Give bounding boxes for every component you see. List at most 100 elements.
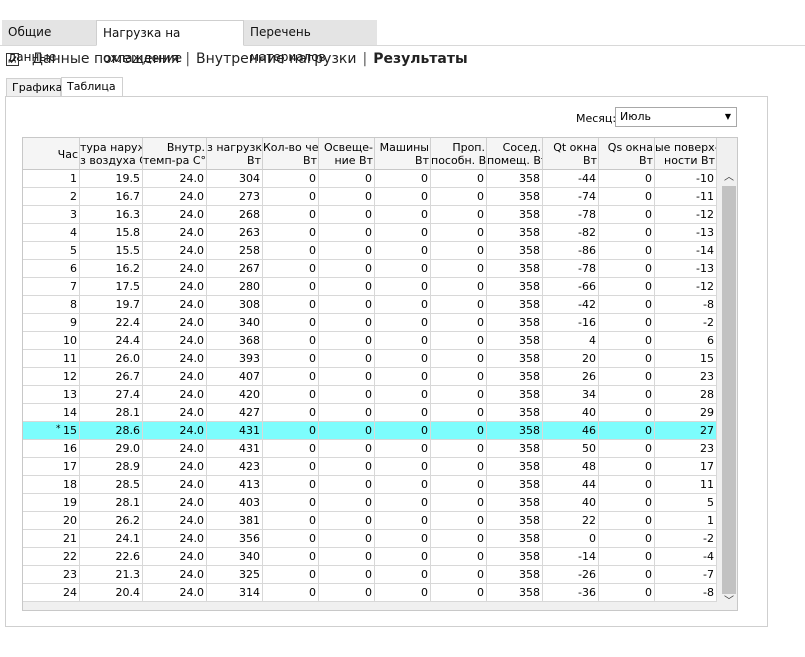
table-cell[interactable]: -14 bbox=[655, 242, 717, 260]
table-row[interactable]: 20 26.2 24.0 381 0 0 0 0 358 22 0 1 bbox=[23, 512, 721, 530]
table-cell[interactable]: -36 bbox=[543, 584, 599, 602]
table-cell[interactable]: 16 bbox=[23, 440, 80, 458]
table-cell[interactable]: 263 bbox=[207, 224, 263, 242]
table-cell[interactable]: 0 bbox=[319, 476, 375, 494]
table-cell[interactable]: 1 bbox=[655, 512, 717, 530]
table-cell[interactable]: 0 bbox=[599, 386, 655, 404]
header-load[interactable]: з нагрузка Вт bbox=[207, 138, 263, 170]
nav-internal-loads[interactable]: Внутренние нагрузки bbox=[196, 51, 356, 67]
table-cell[interactable]: 19.5 bbox=[80, 170, 143, 188]
table-cell[interactable]: 0 bbox=[263, 422, 319, 440]
table-cell[interactable]: 23 bbox=[23, 566, 80, 584]
table-cell[interactable]: 0 bbox=[375, 170, 431, 188]
table-cell[interactable]: 50 bbox=[543, 440, 599, 458]
table-cell[interactable]: 381 bbox=[207, 512, 263, 530]
table-cell[interactable]: 24.0 bbox=[143, 440, 207, 458]
table-cell[interactable]: 24.0 bbox=[143, 350, 207, 368]
table-cell[interactable]: -26 bbox=[543, 566, 599, 584]
table-cell[interactable]: 0 bbox=[431, 512, 487, 530]
table-cell[interactable]: 0 bbox=[375, 566, 431, 584]
table-cell[interactable]: 17 bbox=[655, 458, 717, 476]
table-cell[interactable]: 24.0 bbox=[143, 332, 207, 350]
nav-room-data[interactable]: Данные помещения bbox=[32, 51, 179, 67]
table-cell[interactable]: 0 bbox=[375, 422, 431, 440]
table-cell[interactable]: 267 bbox=[207, 260, 263, 278]
table-cell[interactable]: 0 bbox=[599, 584, 655, 602]
scroll-up-icon[interactable]: ︿ bbox=[721, 170, 737, 186]
table-cell[interactable]: 23 bbox=[655, 368, 717, 386]
table-cell[interactable]: 0 bbox=[319, 584, 375, 602]
table-cell[interactable]: 0 bbox=[375, 440, 431, 458]
table-cell[interactable]: 358 bbox=[487, 206, 543, 224]
table-cell[interactable]: 0 bbox=[263, 188, 319, 206]
table-cell[interactable]: 16.7 bbox=[80, 188, 143, 206]
table-cell[interactable]: 0 bbox=[319, 332, 375, 350]
table-cell[interactable]: 0 bbox=[319, 296, 375, 314]
table-cell[interactable]: 0 bbox=[319, 206, 375, 224]
table-cell[interactable]: 1 bbox=[23, 170, 80, 188]
table-cell[interactable]: 0 bbox=[599, 242, 655, 260]
header-people[interactable]: Кол-во чел.Вт bbox=[263, 138, 319, 170]
table-cell[interactable]: 15 bbox=[655, 350, 717, 368]
header-qs-window[interactable]: Qs окна Вт bbox=[599, 138, 655, 170]
table-cell[interactable]: 6 bbox=[655, 332, 717, 350]
table-cell[interactable]: -66 bbox=[543, 278, 599, 296]
table-row[interactable]: 6 16.2 24.0 267 0 0 0 0 358 -78 0 -13 bbox=[23, 260, 721, 278]
table-cell[interactable]: 24.1 bbox=[80, 530, 143, 548]
table-row[interactable]: 11 26.0 24.0 393 0 0 0 0 358 20 0 15 bbox=[23, 350, 721, 368]
table-cell[interactable]: 0 bbox=[319, 566, 375, 584]
table-cell[interactable]: 0 bbox=[319, 242, 375, 260]
table-cell[interactable]: 15.8 bbox=[80, 224, 143, 242]
table-cell[interactable]: 0 bbox=[375, 206, 431, 224]
table-cell[interactable]: 0 bbox=[431, 440, 487, 458]
table-cell[interactable]: 0 bbox=[263, 404, 319, 422]
table-cell[interactable]: 22.4 bbox=[80, 314, 143, 332]
header-machines[interactable]: Машины Вт bbox=[375, 138, 431, 170]
table-cell[interactable]: 0 bbox=[431, 278, 487, 296]
table-cell[interactable]: 17.5 bbox=[80, 278, 143, 296]
table-cell[interactable]: 340 bbox=[207, 548, 263, 566]
table-cell[interactable]: 15.5 bbox=[80, 242, 143, 260]
table-cell[interactable]: -13 bbox=[655, 260, 717, 278]
table-cell[interactable]: 0 bbox=[599, 170, 655, 188]
table-cell[interactable]: 0 bbox=[375, 404, 431, 422]
table-cell[interactable]: 24.0 bbox=[143, 458, 207, 476]
table-cell[interactable]: 268 bbox=[207, 206, 263, 224]
table-cell[interactable]: 0 bbox=[263, 332, 319, 350]
table-cell[interactable]: 358 bbox=[487, 314, 543, 332]
table-cell[interactable]: 0 bbox=[431, 530, 487, 548]
table-cell[interactable]: 0 bbox=[263, 224, 319, 242]
table-cell[interactable]: 0 bbox=[599, 458, 655, 476]
table-cell[interactable]: -7 bbox=[655, 566, 717, 584]
table-cell[interactable]: 358 bbox=[487, 422, 543, 440]
table-cell[interactable]: 34 bbox=[543, 386, 599, 404]
table-cell[interactable]: 340 bbox=[207, 314, 263, 332]
table-cell[interactable]: -2 bbox=[655, 530, 717, 548]
table-cell[interactable]: 0 bbox=[263, 170, 319, 188]
table-cell[interactable]: 8 bbox=[23, 296, 80, 314]
table-cell[interactable]: 0 bbox=[263, 314, 319, 332]
table-cell[interactable]: 0 bbox=[319, 170, 375, 188]
table-cell[interactable]: 0 bbox=[375, 224, 431, 242]
table-cell[interactable]: 0 bbox=[375, 188, 431, 206]
table-cell[interactable]: 358 bbox=[487, 548, 543, 566]
table-cell[interactable]: -42 bbox=[543, 296, 599, 314]
header-indoor-temp[interactable]: Внутр. темп-ра C° bbox=[143, 138, 207, 170]
table-cell[interactable]: 0 bbox=[263, 548, 319, 566]
table-cell[interactable]: 0 bbox=[263, 584, 319, 602]
table-cell[interactable]: -8 bbox=[655, 584, 717, 602]
table-cell[interactable]: 0 bbox=[431, 458, 487, 476]
table-cell[interactable]: 23 bbox=[655, 440, 717, 458]
table-cell[interactable]: 258 bbox=[207, 242, 263, 260]
table-cell[interactable]: 0 bbox=[599, 440, 655, 458]
table-cell[interactable]: 0 bbox=[319, 368, 375, 386]
table-cell[interactable]: 0 bbox=[375, 350, 431, 368]
table-cell[interactable]: 0 bbox=[431, 224, 487, 242]
table-cell[interactable]: 0 bbox=[375, 530, 431, 548]
table-cell[interactable]: 16.2 bbox=[80, 260, 143, 278]
table-cell[interactable]: 0 bbox=[375, 242, 431, 260]
table-row[interactable]: 16 29.0 24.0 431 0 0 0 0 358 50 0 23 bbox=[23, 440, 721, 458]
table-cell[interactable]: 0 bbox=[431, 350, 487, 368]
table-cell[interactable]: 358 bbox=[487, 170, 543, 188]
table-cell[interactable]: 12 bbox=[23, 368, 80, 386]
